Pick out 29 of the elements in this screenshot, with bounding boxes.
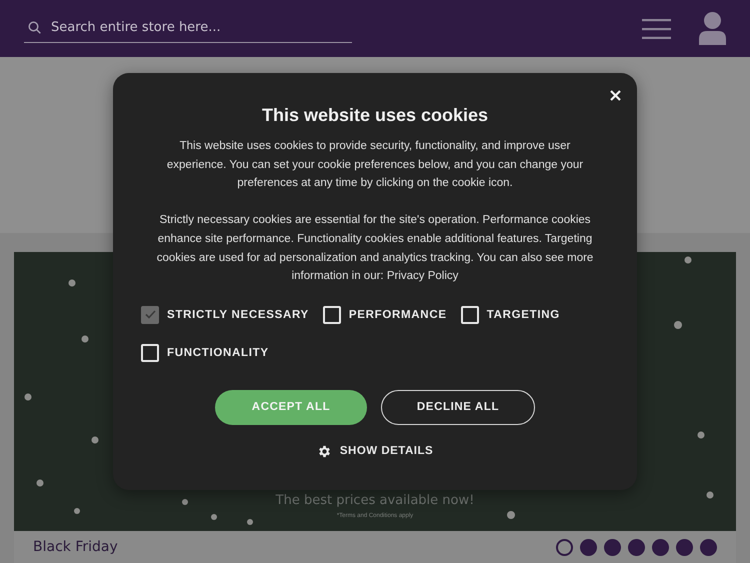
carousel-dot[interactable]	[628, 538, 645, 556]
dialog-paragraph: This website uses cookies to provide security, functionality, and improve user experience. You can set your cookie preferences below, and you can change your preferences at any time by clicking on the cookie icon.	[166, 139, 584, 192]
checkbox[interactable]	[460, 306, 479, 324]
show-details-link[interactable]: SHOW DETAILS	[316, 444, 434, 459]
search-icon	[28, 20, 41, 34]
tagline-text: The best prices available now!	[276, 493, 474, 508]
checkbox[interactable]	[322, 306, 341, 324]
decline-all-button[interactable]: DECLINE ALL	[381, 390, 535, 425]
carousel-dot[interactable]	[580, 538, 597, 556]
carousel-dot[interactable]	[700, 538, 717, 556]
option-label: FUNCTIONALITY	[167, 346, 269, 359]
dialog-paragraph: Strictly necessary cookies are essential for the site's operation. Performance cookies enhance site performance. Functionality cookies enable additional features. Targeting cookies are used for ad personalization and analytics tracking. You can also see more information in our: Privacy Policy	[156, 213, 594, 284]
close-icon	[610, 90, 620, 100]
option-label: PERFORMANCE	[348, 308, 447, 321]
option-label: TARGETING	[486, 308, 560, 321]
checkbox[interactable]	[141, 344, 159, 362]
dialog-title: This website uses cookies	[262, 105, 488, 126]
carousel-dot[interactable]	[652, 538, 669, 556]
privacy-policy-link[interactable]: Privacy Policy	[386, 270, 458, 282]
carousel-dot[interactable]	[556, 538, 573, 556]
user-icon[interactable]	[699, 12, 726, 45]
promo-title: Black Friday	[33, 539, 118, 555]
carousel-dot[interactable]	[676, 538, 693, 556]
gear-icon	[316, 444, 332, 459]
option-label: STRICTLY NECESSARY	[167, 308, 309, 321]
carousel-dot[interactable]	[604, 538, 621, 556]
checkmark-icon	[144, 310, 156, 320]
search-field[interactable]: Search entire store here...	[51, 20, 331, 34]
menu-icon[interactable]	[642, 18, 671, 38]
